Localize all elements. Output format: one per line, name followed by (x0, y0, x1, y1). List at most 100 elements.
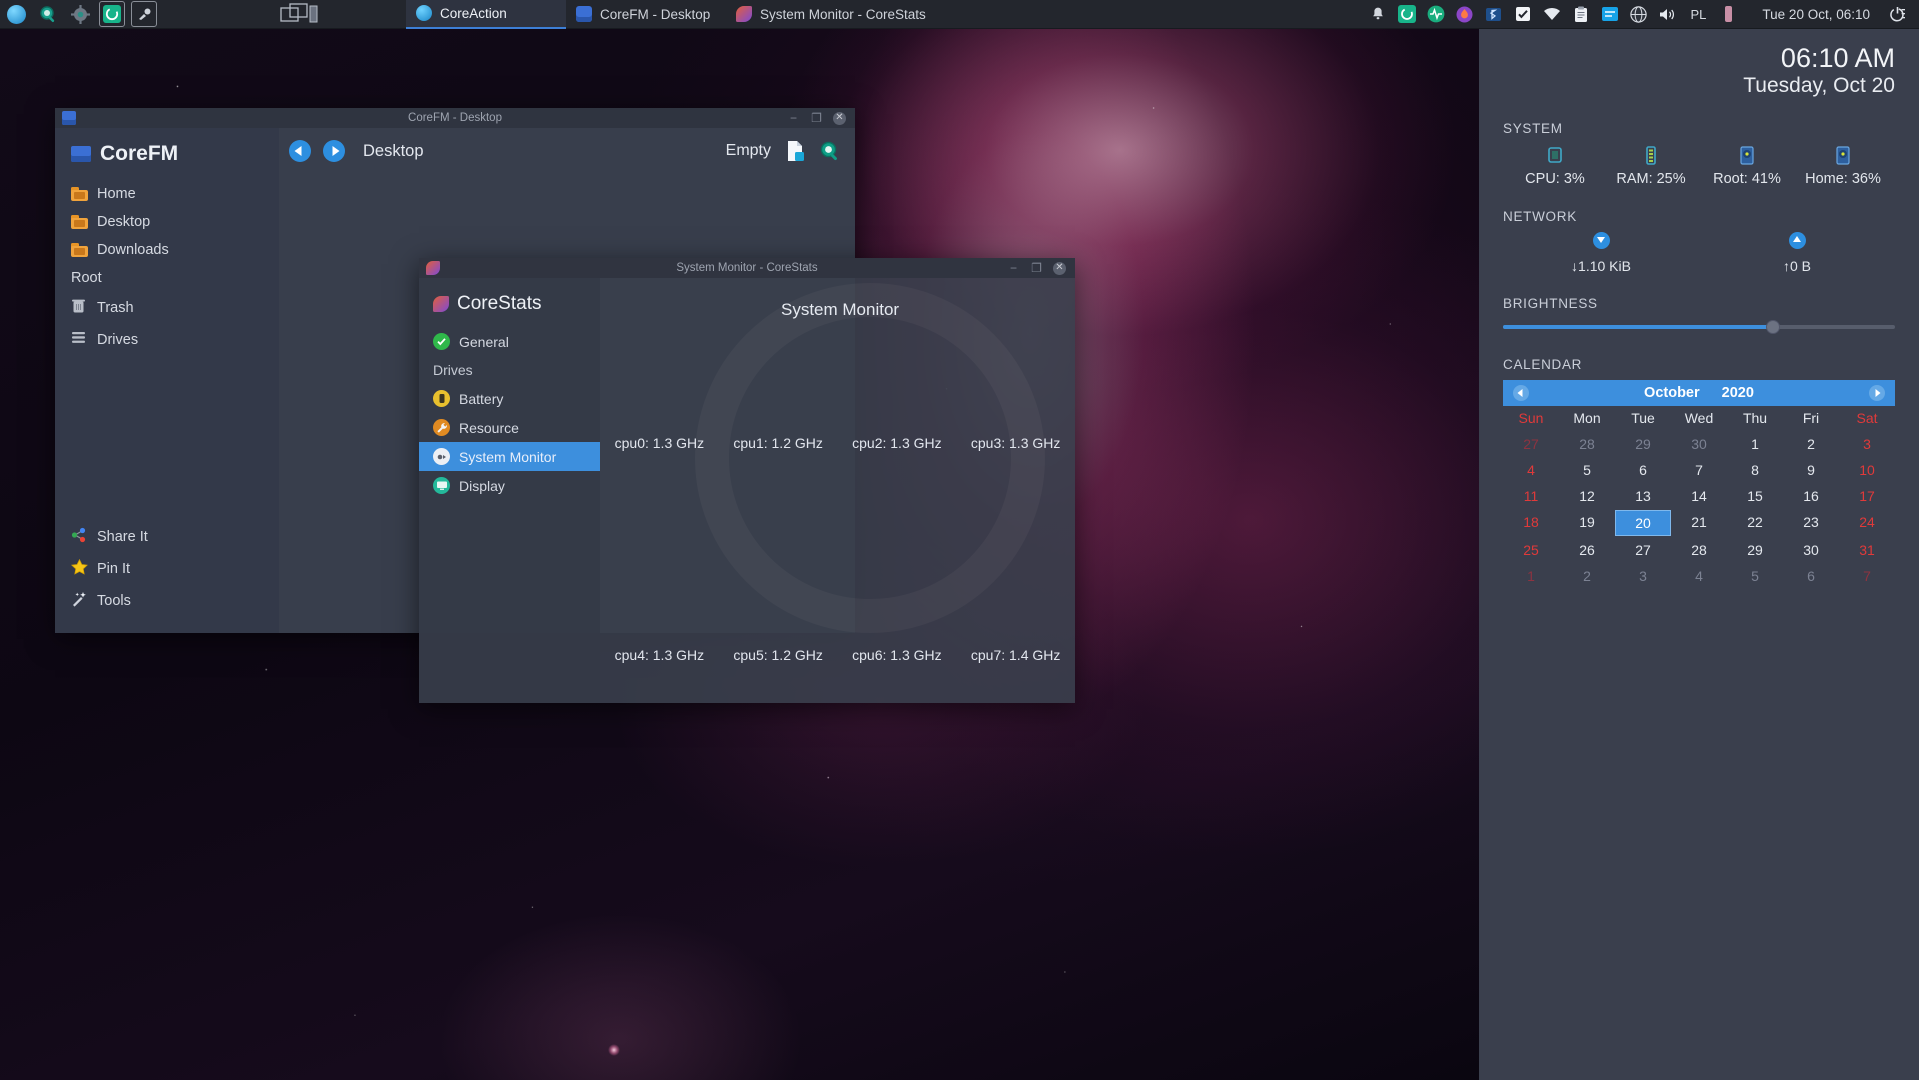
sidebar-item-downloads[interactable]: Downloads (55, 236, 279, 264)
calendar-day[interactable]: 7 (1671, 458, 1727, 482)
ram-stat[interactable]: RAM: 25% (1605, 144, 1697, 187)
sidebar-item-battery[interactable]: Battery (419, 384, 600, 413)
calendar-grid[interactable]: SunMonTueWedThuFriSat2728293012345678910… (1503, 406, 1895, 588)
calendar-day[interactable]: 14 (1671, 484, 1727, 508)
app-menu-icon[interactable] (3, 1, 29, 27)
calendar-day[interactable]: 1 (1503, 564, 1559, 588)
calendar-day-today[interactable]: 20 (1615, 510, 1671, 536)
slider-knob[interactable] (1766, 320, 1780, 334)
corepins-icon[interactable] (131, 1, 157, 27)
checklist-tray-icon[interactable] (1509, 1, 1536, 27)
back-arrow-icon[interactable] (289, 140, 311, 162)
coreaction-tray-icon[interactable] (1393, 1, 1420, 27)
new-file-icon[interactable] (785, 140, 805, 162)
calendar-day[interactable]: 15 (1727, 484, 1783, 508)
task-coreaction[interactable]: CoreAction (406, 0, 566, 29)
firewall-tray-icon[interactable] (1451, 1, 1478, 27)
corestats-tray-icon[interactable] (1422, 1, 1449, 27)
sidebar-item-share-it[interactable]: Share It (55, 521, 279, 553)
search-icon[interactable] (35, 1, 61, 27)
sidebar-item-trash[interactable]: Trash (55, 292, 279, 324)
calendar-day[interactable]: 8 (1727, 458, 1783, 482)
corestats-minimize-button[interactable]: − (1007, 262, 1020, 275)
notifications-bell-icon[interactable] (1364, 1, 1391, 27)
sidebar-item-home[interactable]: Home (55, 180, 279, 208)
sidebar-item-display[interactable]: Display (419, 471, 600, 500)
power-button-icon[interactable] (1884, 1, 1911, 27)
calendar-day[interactable]: 5 (1559, 458, 1615, 482)
sidebar-item-resource[interactable]: Resource (419, 413, 600, 442)
corefm-close-button[interactable]: ✕ (833, 112, 846, 125)
panel-clock[interactable]: Tue 20 Oct, 06:10 (1744, 7, 1882, 22)
sidebar-item-pin-it[interactable]: Pin It (55, 553, 279, 585)
sidebar-item-tools[interactable]: Tools (55, 585, 279, 617)
calendar-day[interactable]: 17 (1839, 484, 1895, 508)
calendar-day[interactable]: 23 (1783, 510, 1839, 536)
calendar-day[interactable]: 2 (1559, 564, 1615, 588)
calendar-day[interactable]: 12 (1559, 484, 1615, 508)
coreaction-icon[interactable] (99, 1, 125, 27)
corefm-maximize-button[interactable]: ❐ (810, 112, 823, 125)
calendar-day[interactable]: 11 (1503, 484, 1559, 508)
search-icon[interactable] (819, 140, 841, 162)
calendar-day[interactable]: 5 (1727, 564, 1783, 588)
next-month-button[interactable] (1869, 385, 1885, 401)
corestats-close-button[interactable]: ✕ (1053, 262, 1066, 275)
prev-month-button[interactable] (1513, 385, 1529, 401)
calendar-day[interactable]: 26 (1559, 538, 1615, 562)
calendar-day[interactable]: 2 (1783, 432, 1839, 456)
calendar-day[interactable]: 13 (1615, 484, 1671, 508)
calendar-day[interactable]: 22 (1727, 510, 1783, 536)
calendar-day[interactable]: 28 (1559, 432, 1615, 456)
keyboard-layout-indicator[interactable]: PL (1683, 1, 1713, 27)
calendar-day[interactable]: 9 (1783, 458, 1839, 482)
corefm-titlebar[interactable]: CoreFM - Desktop − ❐ ✕ (55, 108, 855, 128)
corefm-minimize-button[interactable]: − (787, 112, 800, 125)
calendar-day[interactable]: 4 (1671, 564, 1727, 588)
sidebar-item-root[interactable]: Root (55, 264, 279, 292)
volume-tray-icon[interactable] (1654, 1, 1681, 27)
calendar-day[interactable]: 27 (1503, 432, 1559, 456)
calendar-day[interactable]: 6 (1615, 458, 1671, 482)
calendar-day[interactable]: 3 (1839, 432, 1895, 456)
breadcrumb-path[interactable]: Desktop (363, 142, 424, 161)
brightness-slider[interactable] (1503, 319, 1895, 335)
task-corestats[interactable]: System Monitor - CoreStats (726, 0, 940, 29)
calendar-day[interactable]: 24 (1839, 510, 1895, 536)
calendar-day[interactable]: 7 (1839, 564, 1895, 588)
forward-arrow-icon[interactable] (323, 140, 345, 162)
clipboard-tray-icon[interactable] (1567, 1, 1594, 27)
calendar-day[interactable]: 31 (1839, 538, 1895, 562)
home-stat[interactable]: Home: 36% (1797, 144, 1889, 187)
calendar-day[interactable]: 27 (1615, 538, 1671, 562)
battery-tray-icon[interactable] (1715, 1, 1742, 27)
calendar-day[interactable]: 29 (1727, 538, 1783, 562)
calendar-day[interactable]: 16 (1783, 484, 1839, 508)
sidebar-item-system-monitor[interactable]: System Monitor (419, 442, 600, 471)
calendar-day[interactable]: 30 (1671, 432, 1727, 456)
calendar-day[interactable]: 1 (1727, 432, 1783, 456)
bluetooth-tray-icon[interactable] (1480, 1, 1507, 27)
calendar-day[interactable]: 10 (1839, 458, 1895, 482)
calendar-day[interactable]: 25 (1503, 538, 1559, 562)
settings-gear-icon[interactable] (67, 1, 93, 27)
notes-tray-icon[interactable] (1596, 1, 1623, 27)
calendar-day[interactable]: 6 (1783, 564, 1839, 588)
corestats-window[interactable]: System Monitor - CoreStats − ❐ ✕ CoreSta… (419, 258, 1075, 703)
root-stat[interactable]: Root: 41% (1701, 144, 1793, 187)
task-corefm[interactable]: CoreFM - Desktop (566, 0, 726, 29)
calendar-day[interactable]: 19 (1559, 510, 1615, 536)
network-globe-tray-icon[interactable] (1625, 1, 1652, 27)
calendar-day[interactable]: 30 (1783, 538, 1839, 562)
calendar-day[interactable]: 18 (1503, 510, 1559, 536)
calendar-day[interactable]: 4 (1503, 458, 1559, 482)
calendar-day[interactable]: 29 (1615, 432, 1671, 456)
corestats-maximize-button[interactable]: ❐ (1030, 262, 1043, 275)
desktop-switcher[interactable] (280, 0, 326, 29)
cpu-stat[interactable]: CPU: 3% (1509, 144, 1601, 187)
calendar-day[interactable]: 3 (1615, 564, 1671, 588)
corestats-titlebar[interactable]: System Monitor - CoreStats − ❐ ✕ (419, 258, 1075, 278)
sidebar-item-desktop[interactable]: Desktop (55, 208, 279, 236)
calendar-day[interactable]: 21 (1671, 510, 1727, 536)
sidebar-item-drives[interactable]: Drives (55, 324, 279, 355)
